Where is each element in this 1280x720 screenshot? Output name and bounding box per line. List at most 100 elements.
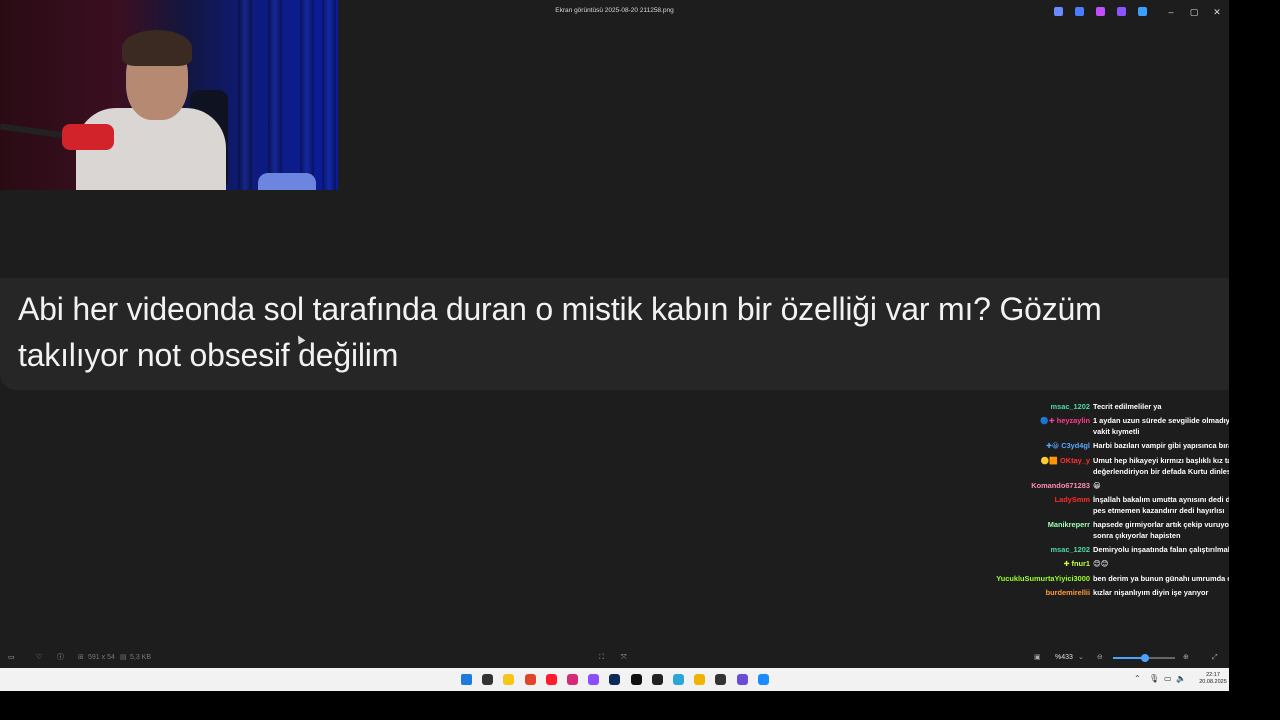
chat-message: msac_1202 Tecrit edilmeliler ya — [960, 401, 1229, 412]
chat-username-text: burdemirellii — [1045, 588, 1090, 597]
chat-username-text: msac_1202 — [1050, 402, 1090, 411]
chat-username: LadySmm — [960, 494, 1093, 516]
zoom-dropdown-icon[interactable]: ⌄ — [1078, 653, 1084, 663]
photos-icon[interactable] — [757, 674, 769, 685]
curtain-fold — [300, 0, 314, 190]
window-title: Ekran görüntüsü 2025-08-20 211258.png — [555, 7, 674, 14]
clipchamp-icon[interactable] — [1096, 7, 1105, 16]
edit-icon[interactable] — [1075, 7, 1084, 16]
instagram-icon[interactable] — [567, 674, 578, 685]
designer-icon[interactable] — [1117, 7, 1126, 16]
task-view-icon[interactable] — [482, 674, 494, 685]
zoom-in-icon[interactable]: ⊕ — [1183, 653, 1189, 663]
display-tray-icon[interactable]: ▭ — [1164, 674, 1172, 683]
filmstrip-icon[interactable]: ▭ — [8, 653, 15, 663]
chat-username-text: fnur1 — [1071, 559, 1090, 568]
chat-message-text: Umut hep hikayeyi kırmızı başlıklı kız t… — [1093, 456, 1229, 476]
chat-username: Manikreperr — [960, 519, 1093, 541]
chat-username: ✚😀 C3yd4gl — [960, 440, 1093, 452]
zoom-slider-handle[interactable] — [1141, 654, 1150, 662]
mic-tray-icon[interactable]: 🎙 — [1149, 674, 1159, 683]
sound-tray-icon[interactable]: 🔈 — [1176, 674, 1186, 683]
chat-username-text: LadySmm — [1054, 495, 1090, 504]
chat-username: Komando671283 — [960, 480, 1093, 491]
chat-badge-icon: 🟡🟧 — [1040, 458, 1058, 465]
chat-message-text: 😊😊 — [1093, 559, 1109, 568]
expand-icon[interactable]: ⤢ — [1212, 653, 1218, 663]
chat-message-text: ben derim ya bunun günahı umrumda olmaz — [1093, 574, 1229, 583]
slideshow-icon[interactable]: ▣ — [1034, 653, 1041, 663]
zoom-level[interactable]: %433 — [1055, 653, 1073, 663]
chat-message: YucukluSumurtaYiyici3000 ben derim ya bun… — [960, 573, 1229, 584]
close-button[interactable]: ✕ — [1207, 4, 1227, 20]
chat-message-text: İnşallah bakalım umutta aynısını dedi db… — [1093, 495, 1229, 515]
chat-username-text: C3yd4gl — [1061, 441, 1090, 450]
chat-message: 🟡🟧 OKtay_y Umut hep hikayeyi kırmızı başlı… — [960, 455, 1229, 477]
viewer-toolbar: ▭ ♡ ⓘ ⊞ 591 x 54 ▤ 5,3 KB ⛶ ⤧ ▣ %433 ⌄ ⊖… — [0, 648, 1229, 668]
chat-message: LadySmm İnşallah bakalım umutta aynısını … — [960, 494, 1229, 516]
chat-message-text: hapsede girmiyorlar artık çekip vuruyorl… — [1093, 520, 1229, 540]
capcut-icon[interactable] — [651, 674, 663, 685]
chat-badge-icon: ✚😀 — [1046, 443, 1060, 450]
chat-username-text: msac_1202 — [1050, 545, 1090, 554]
chat-message: msac_1202 Demiryolu inşaatında falan çalı… — [960, 544, 1229, 555]
network-icon[interactable] — [673, 674, 684, 685]
tiktok-icon[interactable] — [630, 674, 642, 685]
minimize-button[interactable]: – — [1161, 4, 1181, 20]
webcam-image — [0, 0, 338, 190]
start-icon[interactable] — [461, 674, 472, 685]
zoom-out-icon[interactable]: ⊖ — [1097, 653, 1103, 663]
messenger-icon[interactable] — [588, 674, 600, 685]
filesize-icon: ▤ — [120, 654, 127, 661]
chrome2-icon[interactable] — [694, 674, 706, 685]
curtain-fold — [322, 0, 336, 190]
file-explorer-icon[interactable] — [503, 674, 515, 685]
chat-message: Manikreperr hapsede girmiyorlar artık çek… — [960, 519, 1229, 541]
photoshop-icon[interactable] — [609, 674, 621, 685]
tray-chevron-icon[interactable]: ⌃ — [1134, 674, 1141, 683]
chat-message: Komando671283 😀 — [960, 480, 1229, 491]
chat-message-text: Demiryolu inşaatında falan çalıştırılmal… — [1093, 545, 1229, 554]
chat-message-text: 1 aydan uzun sürede sevgilide olmadıysa … — [1093, 416, 1229, 436]
curtain-fold — [268, 0, 282, 190]
dimensions-icon: ⊞ — [78, 654, 84, 661]
chrome-icon[interactable] — [524, 674, 536, 685]
photos-app-window: Ekran görüntüsü 2025-08-20 211258.png – … — [0, 0, 1229, 691]
chat-username: YucukluSumurtaYiyici3000 — [960, 573, 1093, 584]
chat-username-text: YucukluSumurtaYiyici3000 — [996, 574, 1090, 583]
onedrive-icon[interactable] — [1138, 7, 1147, 16]
chat-username-text: OKtay_y — [1060, 456, 1090, 465]
message-banner: Abi her videonda sol tarafında duran o m… — [0, 278, 1229, 390]
windows-taskbar: ⌃ 🎙 ▭ 🔈 22:17 20.08.2025 — [0, 668, 1229, 691]
chat-overlay: msac_1202 Tecrit edilmeliler ya 🔵✚ heyzayli… — [960, 401, 1229, 601]
chat-username: 🔵✚ heyzaylin — [960, 415, 1093, 437]
cup — [258, 173, 316, 190]
obs-icon[interactable] — [736, 674, 748, 685]
file-size: 5,3 KB — [130, 654, 152, 661]
microphone — [62, 124, 114, 150]
chat-username: 🟡🟧 OKtay_y — [960, 455, 1093, 477]
favorite-icon[interactable]: ♡ — [36, 653, 42, 663]
chat-badge-icon: 🔵✚ — [1040, 418, 1055, 425]
person-hair — [122, 30, 192, 66]
chat-message-text: Tecrit edilmeliler ya — [1093, 402, 1162, 411]
copilot-icon[interactable] — [1054, 7, 1063, 16]
curtain-fold — [238, 0, 252, 190]
capcut2-icon[interactable] — [715, 674, 727, 685]
title-bar: Ekran görüntüsü 2025-08-20 211258.png – … — [0, 0, 1229, 24]
actual-size-icon[interactable]: ⤧ — [621, 653, 627, 663]
chat-message: burdemirellii kızlar nişanlıyım diyin işe… — [960, 587, 1229, 598]
maximize-button[interactable]: ▢ — [1184, 4, 1204, 20]
chat-message: ✚😀 C3yd4gl Harbi bazıları vampir gibi yapı… — [960, 440, 1229, 452]
mic-arm — [0, 123, 67, 139]
chat-message: 🔵✚ heyzaylin 1 aydan uzun sürede sevgilide… — [960, 415, 1229, 437]
opera-icon[interactable] — [545, 674, 557, 685]
chat-username: msac_1202 — [960, 401, 1093, 412]
chat-username: ✚ fnur1 — [960, 558, 1093, 570]
chat-username-text: Komando671283 — [1031, 481, 1090, 490]
info-icon[interactable]: ⓘ — [57, 653, 64, 663]
taskbar-clock[interactable]: 22:17 20.08.2025 — [1198, 672, 1228, 686]
fit-window-icon[interactable]: ⛶ — [599, 653, 604, 663]
zoom-slider[interactable] — [1113, 654, 1175, 662]
banner-message-text: Abi her videonda sol tarafında duran o m… — [18, 291, 1102, 373]
